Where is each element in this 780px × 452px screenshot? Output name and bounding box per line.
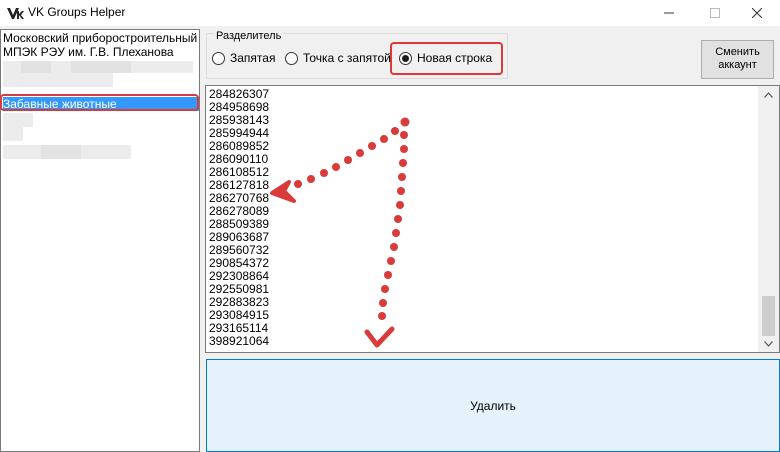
change-account-label-line2: аккаунт — [718, 59, 757, 71]
redacted-item[interactable] — [3, 73, 113, 87]
redacted-block — [21, 61, 51, 73]
id-line: 398921064 — [209, 334, 270, 348]
radio-label: Запятая — [230, 51, 276, 65]
window-title: VK Groups Helper — [28, 5, 126, 19]
vertical-scrollbar[interactable] — [758, 86, 779, 352]
radio-label: Точка с запятой — [303, 51, 391, 65]
delete-button[interactable]: Удалить — [206, 359, 780, 452]
close-icon — [752, 8, 762, 18]
vk-logo-icon — [7, 8, 24, 19]
groups-listbox[interactable]: Московский приборостроительный тех МПЭК … — [0, 29, 200, 452]
maximize-button[interactable] — [692, 0, 738, 26]
radio-circle — [285, 51, 298, 65]
scroll-up-button[interactable] — [758, 86, 779, 103]
scroll-down-button[interactable] — [758, 335, 779, 352]
maximize-icon — [710, 8, 720, 18]
minimize-button[interactable] — [646, 0, 692, 26]
list-item[interactable]: МПЭК РЭУ им. Г.В. Плеханова — [3, 45, 199, 59]
ids-textarea[interactable]: 284826307 284958698 285938143 285994944 … — [205, 85, 780, 353]
redacted-block — [71, 61, 131, 73]
delete-label: Удалить — [470, 398, 516, 413]
radio-comma[interactable]: Запятая — [212, 51, 275, 65]
redacted-item[interactable] — [3, 113, 33, 127]
redacted-block — [41, 145, 81, 159]
change-account-button[interactable]: Сменить аккаунт — [701, 40, 774, 79]
close-button[interactable] — [734, 0, 780, 26]
minimize-icon — [664, 12, 674, 14]
newline-highlight-annotation — [390, 42, 503, 75]
radio-semicolon[interactable]: Точка с запятой — [285, 51, 391, 65]
separator-legend: Разделитель — [214, 30, 284, 42]
list-item[interactable]: Московский приборостроительный тех — [3, 31, 199, 45]
change-account-label-line1: Сменить — [715, 46, 760, 58]
scroll-thumb[interactable] — [762, 296, 775, 336]
chevron-down-icon — [764, 340, 773, 347]
chevron-up-icon — [764, 91, 773, 98]
title-bar: VK Groups Helper — [0, 0, 780, 26]
radio-circle — [212, 51, 225, 65]
redacted-item[interactable] — [3, 127, 23, 141]
selection-highlight-annotation — [0, 94, 199, 111]
